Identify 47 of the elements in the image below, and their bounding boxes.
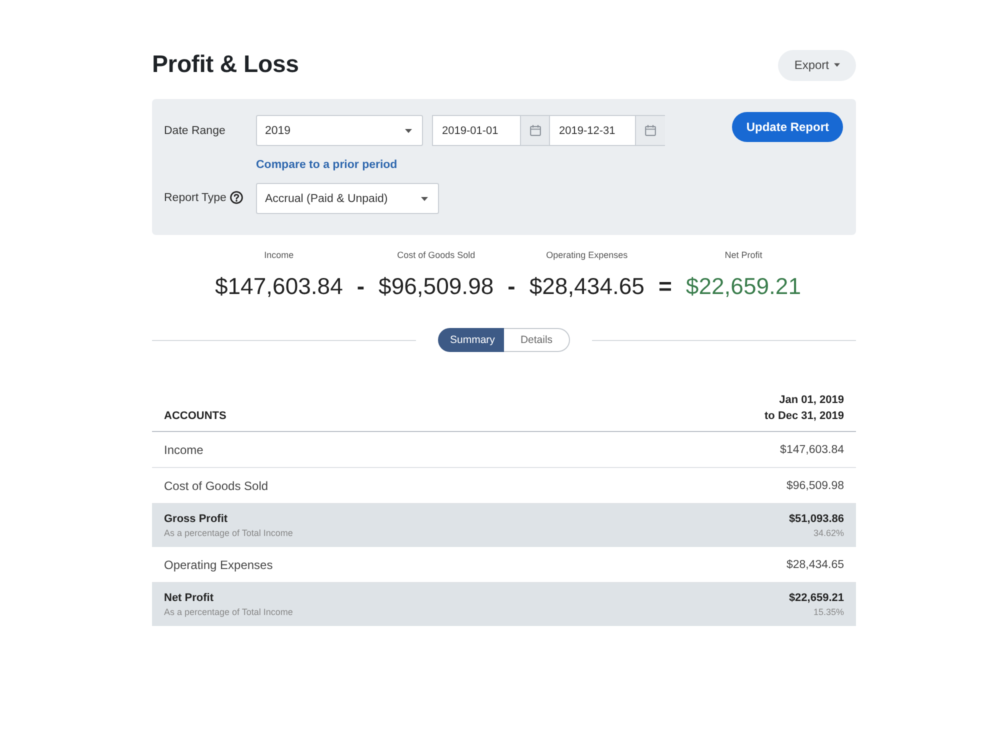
calendar-button[interactable] — [635, 115, 665, 146]
field-label: Report Type — [164, 192, 226, 204]
amount-value: $22,659.21 — [788, 592, 844, 604]
summary-operator: - — [508, 273, 516, 300]
summary-label: Income — [264, 250, 294, 260]
note-text: As a percentage of Total Income — [164, 528, 293, 538]
summary-operator: = — [658, 273, 672, 300]
column-header: ACCOUNTS — [164, 409, 226, 424]
summary-amount: $22,659.21 — [686, 273, 802, 300]
view-tab[interactable]: Details — [504, 328, 570, 352]
caret-icon — [421, 196, 428, 200]
amount-value: $51,093.86 — [788, 513, 844, 525]
summary-amount: $28,434.65 — [529, 273, 644, 300]
account-name: Operating Expenses — [164, 558, 273, 572]
calendar-icon — [645, 125, 656, 136]
caret-icon — [834, 63, 840, 67]
export-button[interactable]: Export — [778, 50, 856, 80]
report-type-dropdown[interactable]: Accrual (Paid & Unpaid) — [256, 183, 439, 214]
caret-icon — [405, 128, 412, 132]
period-dropdown[interactable]: 2019 — [256, 115, 423, 146]
page-title: Profit & Loss — [152, 51, 299, 79]
amount-value: $147,603.84 — [780, 444, 844, 456]
account-name: Cost of Goods Sold — [164, 478, 268, 492]
view-tab[interactable]: Summary — [438, 328, 504, 352]
percent-value: 15.35% — [813, 607, 844, 617]
summary-label: Cost of Goods Sold — [397, 250, 476, 260]
update-report-button[interactable]: Update Report — [732, 112, 843, 142]
summary-amount: $147,603.84 — [214, 273, 343, 300]
amount-value: $96,509.98 — [786, 480, 844, 492]
calendar-icon — [530, 125, 540, 136]
summary-label: Net Profit — [724, 250, 762, 260]
account-name: Income — [164, 442, 204, 456]
account-name: Net Profit — [164, 592, 214, 604]
column-header: Jan 01, 2019 to Dec 31, 2019 — [764, 393, 844, 424]
summary-operator: - — [356, 273, 365, 300]
field-label: Date Range — [164, 124, 226, 136]
date-field[interactable]: 2019-01-01 — [432, 115, 520, 146]
calendar-button[interactable] — [520, 115, 550, 146]
summary-label: Operating Expenses — [546, 250, 628, 260]
account-name: Gross Profit — [164, 513, 229, 525]
percent-value: 34.62% — [813, 528, 844, 538]
compare-link[interactable]: Compare to a prior period — [256, 159, 398, 171]
note-text: As a percentage of Total Income — [164, 607, 293, 617]
amount-value: $28,434.65 — [786, 558, 844, 570]
date-field[interactable]: 2019-12-31 — [550, 115, 635, 146]
summary-amount: $96,509.98 — [378, 273, 494, 300]
help-icon — [230, 191, 244, 204]
